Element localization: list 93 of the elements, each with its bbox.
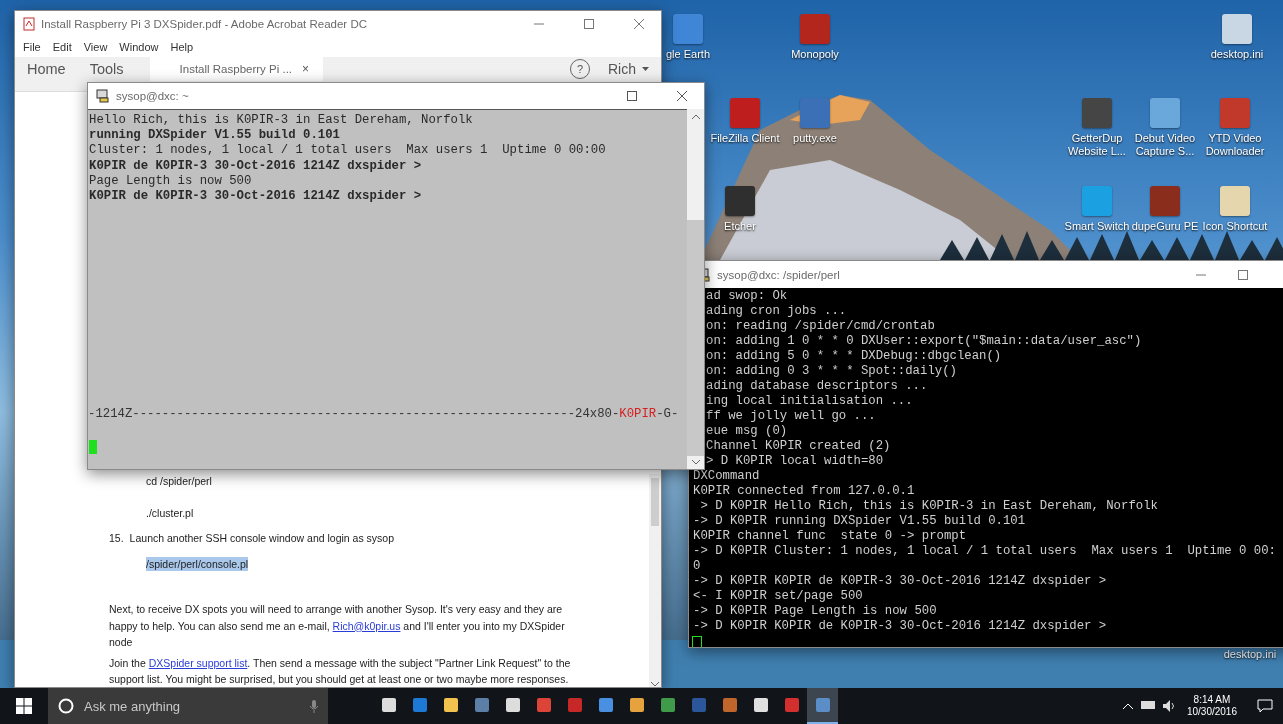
terminal-line: -> D K0PIR running DXSpider V1.55 build 0.101 [693,514,1026,529]
search-field[interactable]: Ask me anything [82,697,302,715]
close-icon [677,91,687,101]
icon-label: Debut Video Capture S... [1133,132,1197,158]
maximize-icon [1238,269,1248,280]
app-icon [473,697,490,713]
terminal-line: ading cron jobs ... [706,304,847,319]
terminal-line: on: reading /spider/cmd/crontab [706,319,935,334]
paragraph: Next, to receive DX spots you will need to arrange with another Sysop. It's very easy and they are happy to help. You can also send me an e-mail, Rich@k0pir.us and I'll enter you into my DXSpider node [109,602,566,650]
link[interactable]: Rich@k0pir.us [332,619,401,632]
step-number: 15. [109,531,124,545]
chevron-up-icon[interactable] [691,115,700,120]
terminal-line: K0PIR de K0PIR-3 30-Oct-2016 1214Z dxspider > [89,189,422,205]
terminal-line: -> D K0PIR Page Length is now 500 [693,604,937,619]
terminal-line: 0 [693,559,701,574]
caret-icon [642,67,649,71]
terminal-line: <- I K0PIR set/page 500 [693,589,863,604]
app-icon [721,697,738,713]
icon-label: desktop.ini [1210,48,1264,61]
chevron-icon[interactable] [1122,703,1133,709]
volume-icon[interactable] [1162,700,1175,712]
icon-label: Smart Switch [1064,220,1130,233]
time-text: 8:14 AM [1193,694,1231,706]
windows-logo-icon [16,698,32,714]
chevron-down-icon[interactable] [691,460,700,465]
notification-icon[interactable] [1257,699,1273,713]
close-button[interactable]: × [302,62,310,76]
icon-label: Monopoly [791,48,839,61]
terminal-line: on: adding 5 0 * * * DXDebug::dbgclean() [706,349,1002,364]
icon-label: GetterDup Website L... [1067,132,1127,158]
terminal-line: eue msg (0) [706,424,788,439]
icon-label: desktop.ini [1223,648,1277,661]
terminal-line: Channel K0PIR created (2) [706,439,891,454]
app-icon [659,697,676,713]
icon-label: putty.exe [793,132,837,145]
scrollbar-thumb[interactable] [651,478,659,526]
menu-item[interactable]: Edit [52,41,72,53]
window-title: sysop@dxc: ~ [116,90,189,102]
terminal-line: -> D K0PIR K0PIR de K0PIR-3 30-Oct-2016 1214Z dxspider > [693,574,1107,589]
menu-item[interactable]: Help [170,41,194,53]
terminal-line: DXCommand [693,469,760,484]
step-text: Launch another SSH console window and login as sysop [129,531,395,545]
terminal-line: Page Length is now 500 [89,173,252,189]
clock[interactable]: 8:14 AM 10/30/2016 [1186,694,1237,718]
icon-label: YTD Video Downloader [1204,132,1266,158]
user-menu[interactable]: Rich [608,57,661,81]
status-line: -1214Z------------------------------------------------------------24x80-K0PIR-G- [88,407,679,422]
document-tab[interactable]: Install Raspberry Pi ... × [149,57,324,81]
app-icon [752,697,769,713]
terminal-line: on: adding 0 3 * * * Spot::daily() [706,364,957,379]
terminal-line: K0PIR connected from 127.0.0.1 [693,484,915,499]
terminal-line: K0PIR channel func state 0 -> prompt [693,529,967,544]
code-text: cd /spider/perl [146,474,212,488]
scrollbar[interactable] [649,474,661,687]
maximize-icon [627,91,637,101]
code-text: ./cluster.pl [146,506,194,520]
search-box[interactable]: Ask me anything [48,688,328,724]
terminal-line: ading database descriptors ... [706,379,928,394]
close-icon [634,19,644,29]
terminal-line: > D K0PIR local width=80 [706,454,884,469]
tab-title: Install Raspberry Pi ... [179,63,293,75]
terminal-line: > D K0PIR Hello Rich, this is K0PIR-3 in East Dereham, Norfolk [699,499,1158,514]
terminal-line: running DXSpider V1.55 build 0.101 [89,128,340,144]
home-tab[interactable]: Home [15,57,78,81]
date-text: 10/30/2016 [1186,706,1237,718]
window-title: sysop@dxc: /spider/perl [717,268,840,281]
terminal-line: Cluster: 1 nodes, 1 local / 1 total users Max users 1 Uptime 0 00:00 [89,143,606,159]
terminal-line: on: adding 1 0 * * 0 DXUser::export("$main::data/user_asc") [706,334,1142,349]
icon-label: Icon Shortcut [1202,220,1268,233]
computer-icon [96,89,110,103]
menu-item[interactable]: View [83,41,108,53]
terminal-line: ing local initialisation ... [706,394,913,409]
menu-item[interactable]: Window [119,41,159,53]
terminal-line: ad swop: Ok [706,289,788,304]
terminal-line: ff we jolly well go ... [706,409,876,424]
maximize-icon [584,19,594,29]
tools-tab[interactable]: Tools [77,57,136,81]
cursor [89,440,97,454]
terminal-line: -> D K0PIR K0PIR de K0PIR-3 30-Oct-2016 1214Z dxspider > [693,619,1107,634]
icon-label: dupeGuru PE [1131,220,1199,233]
terminal-line: K0PIR de K0PIR-3 30-Oct-2016 1214Z dxspider > [89,158,422,174]
circle-icon [58,698,74,714]
menu-item[interactable]: File [23,41,41,53]
paragraph: Join the DXSpider support list. Then send a message with the subject "Partner Link Request" to the support list. You might be surprised, but you should get at least one or two maybe more responses. [109,655,572,687]
scrollbar[interactable] [687,109,704,469]
icon-label: gle Earth [666,48,710,61]
chevron-down-icon[interactable] [651,682,659,687]
code-text: /spider/perl/console.pl [146,557,249,571]
app-icon [566,697,583,713]
microphone-icon [310,699,318,713]
terminal-line: Hello Rich, this is K0PIR-3 in East Dereham, Norfolk [89,113,473,129]
window-title: Install Raspberry Pi 3 DXSpider.pdf - Adobe Acrobat Reader DC [41,18,367,30]
terminal-line: -> D K0PIR Cluster: 1 nodes, 1 local / 1 total users Max users 1 Uptime 0 00: [693,544,1276,559]
